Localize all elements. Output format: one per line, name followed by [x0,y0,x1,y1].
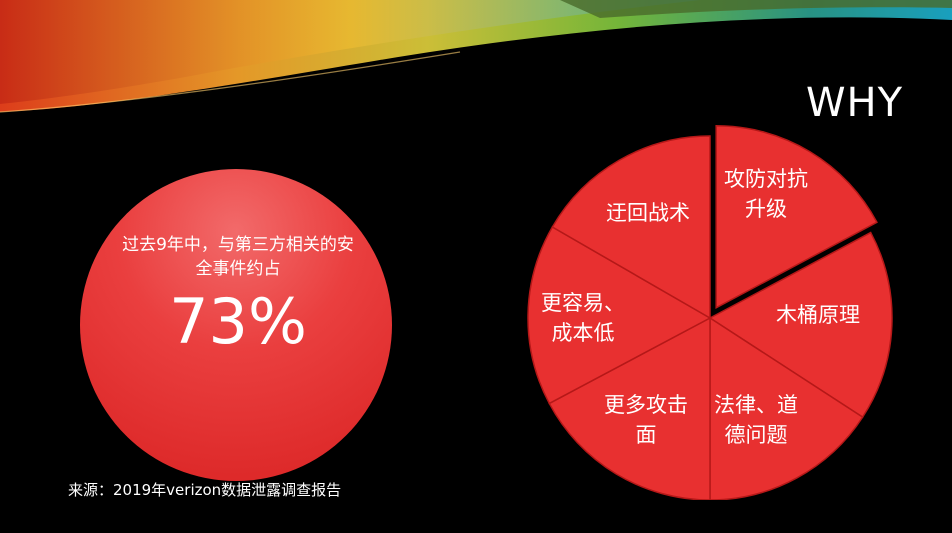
segment-label-line: 更多攻击 [604,393,688,417]
segment-label-line: 德问题 [724,423,788,447]
segment-label-attack-surface: 更多攻击 面 [604,390,688,450]
segment-label-low-cost: 更容易、 成本低 [541,288,625,348]
segment-label-line: 攻防对抗 [724,167,808,191]
segment-label-legal: 法律、道 德问题 [714,390,798,450]
stat-description: 过去9年中，与第三方相关的安全事件约占 [122,235,354,279]
segment-label-line: 成本低 [551,321,615,345]
segment-label-line: 迂回战术 [606,201,690,225]
segment-label-line: 法律、道 [714,393,798,417]
source-note: 来源：2019年verizon数据泄露调查报告 [68,481,342,499]
segment-label-upgrade: 攻防对抗 升级 [724,164,808,224]
segment-label-line: 面 [635,423,657,447]
segment-label-line: 木桶原理 [776,303,860,327]
segment-label-barrel: 木桶原理 [776,300,860,330]
stat-value: 73% [169,285,307,358]
segment-label-line: 更容易、 [541,291,625,315]
segment-label-detour: 迂回战术 [606,198,690,228]
slide: WHY 过去9年中，与第三方相关的安全事件约占 73% 来源：2019年veri… [0,0,952,533]
segment-label-line: 升级 [745,197,787,221]
